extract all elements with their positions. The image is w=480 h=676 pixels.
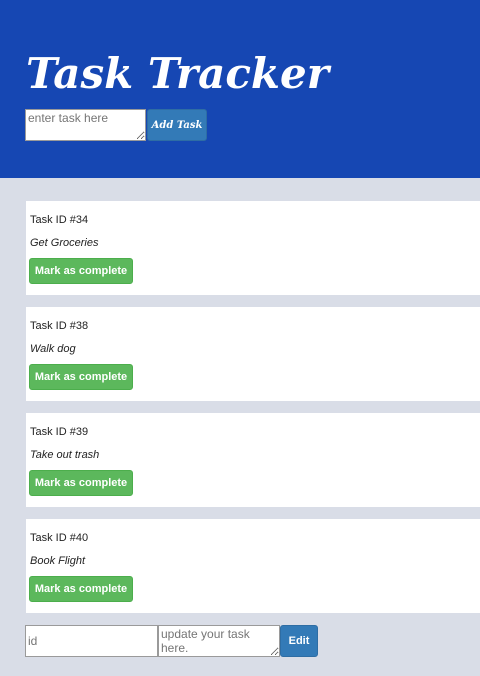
task-text: Take out trash	[30, 449, 100, 461]
task-text: Get Groceries	[30, 237, 99, 249]
edit-button[interactable]: Edit	[280, 625, 318, 657]
task-card: Task ID #40 Book Flight Mark as complete	[26, 519, 480, 613]
new-task-input[interactable]	[25, 109, 146, 141]
mark-complete-button[interactable]: Mark as complete	[29, 258, 133, 284]
mark-complete-button[interactable]: Mark as complete	[29, 364, 133, 390]
task-id-input[interactable]	[25, 625, 158, 657]
mark-complete-button[interactable]: Mark as complete	[29, 470, 133, 496]
task-id-label: Task ID #38	[30, 320, 89, 332]
add-task-button[interactable]: Add Task	[147, 109, 207, 141]
update-task-input[interactable]	[158, 625, 280, 657]
task-text: Walk dog	[30, 343, 76, 355]
task-card: Task ID #39 Take out trash Mark as compl…	[26, 413, 480, 507]
task-card: Task ID #34 Get Groceries Mark as comple…	[26, 201, 480, 295]
task-id-label: Task ID #40	[30, 532, 89, 544]
mark-complete-button[interactable]: Mark as complete	[29, 576, 133, 602]
app-title: Task Tracker	[26, 49, 329, 98]
task-list: Task ID #34 Get Groceries Mark as comple…	[26, 201, 480, 625]
task-id-label: Task ID #34	[30, 214, 89, 226]
task-text: Book Flight	[30, 555, 86, 567]
app-header: Task Tracker Add Task	[0, 0, 480, 178]
task-card: Task ID #38 Walk dog Mark as complete	[26, 307, 480, 401]
task-id-label: Task ID #39	[30, 426, 89, 438]
